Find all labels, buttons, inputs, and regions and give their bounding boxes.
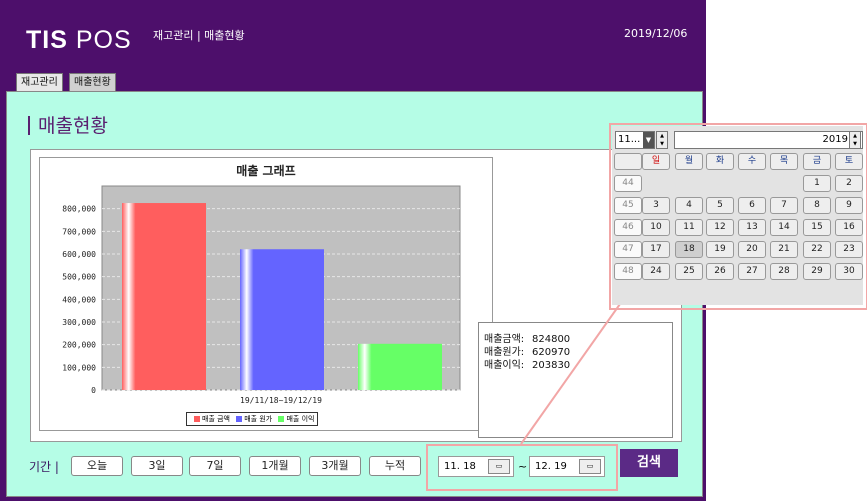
calendar-day[interactable]: 23 [835, 241, 863, 258]
calendar-day[interactable]: 26 [706, 263, 734, 280]
calendar-day[interactable]: 4 [675, 197, 703, 214]
weekday-header: 금 [803, 153, 831, 170]
calendar-day[interactable]: 1 [803, 175, 831, 192]
calendar-day[interactable]: 14 [770, 219, 798, 236]
weekday-header: 화 [706, 153, 734, 170]
calendar-day[interactable]: 28 [770, 263, 798, 280]
calendar-day[interactable]: 22 [803, 241, 831, 258]
weekday-header: 토 [835, 153, 863, 170]
calendar-day[interactable]: 18 [675, 241, 703, 258]
week-number: 44 [614, 175, 642, 192]
chevron-down-icon[interactable]: ▼ [643, 132, 654, 148]
calendar-day[interactable]: 19 [706, 241, 734, 258]
calendar-day[interactable]: 3 [642, 197, 670, 214]
week-number: 47 [614, 241, 642, 258]
calendar-day[interactable]: 13 [738, 219, 766, 236]
calendar-day[interactable]: 15 [803, 219, 831, 236]
week-number: 48 [614, 263, 642, 280]
weekday-header: 월 [675, 153, 703, 170]
calendar-day[interactable]: 9 [835, 197, 863, 214]
calendar-day[interactable]: 24 [642, 263, 670, 280]
calendar-day[interactable]: 29 [803, 263, 831, 280]
month-spinner[interactable]: ▲ ▼ [656, 131, 668, 149]
calendar-day[interactable]: 20 [738, 241, 766, 258]
calendar-day[interactable]: 7 [770, 197, 798, 214]
calendar-day[interactable]: 5 [706, 197, 734, 214]
calendar-day[interactable]: 21 [770, 241, 798, 258]
weekday-header [614, 153, 642, 170]
calendar-day[interactable]: 17 [642, 241, 670, 258]
calendar-day[interactable]: 11 [675, 219, 703, 236]
weekday-header: 목 [770, 153, 798, 170]
calendar-day[interactable]: 8 [803, 197, 831, 214]
calendar-popup: 11... ▼ ▲ ▼ 2019 ▲ ▼ 일 월 화 수 목 금 토 44 1 2 45 3 4 5 6 7 8 9 46… [612, 126, 863, 305]
calendar-day[interactable]: 6 [738, 197, 766, 214]
calendar-day[interactable]: 25 [675, 263, 703, 280]
year-spinner[interactable]: ▲ ▼ [849, 131, 861, 149]
weekday-header: 수 [738, 153, 766, 170]
calendar-day[interactable]: 10 [642, 219, 670, 236]
calendar-day[interactable]: 27 [738, 263, 766, 280]
week-number: 45 [614, 197, 642, 214]
year-field[interactable]: 2019 [674, 131, 863, 149]
month-select[interactable]: 11... ▼ [615, 131, 655, 149]
week-number: 46 [614, 219, 642, 236]
weekday-header: 일 [642, 153, 670, 170]
calendar-day[interactable]: 2 [835, 175, 863, 192]
calendar-day[interactable]: 30 [835, 263, 863, 280]
calendar-day[interactable]: 16 [835, 219, 863, 236]
calendar-day[interactable]: 12 [706, 219, 734, 236]
